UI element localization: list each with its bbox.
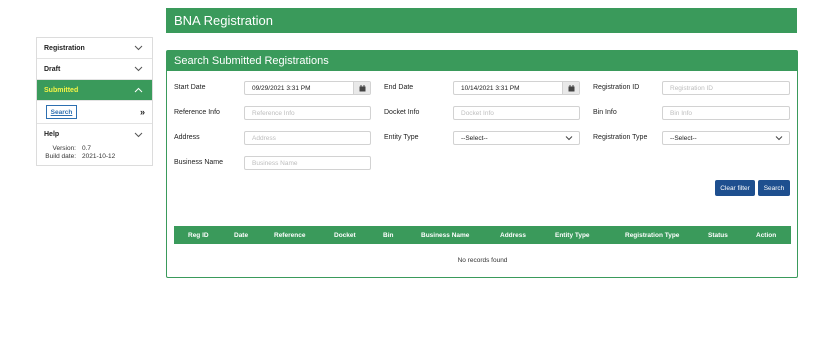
column-header[interactable]: Reg ID — [188, 226, 209, 244]
sidebar-subitem-row: Search » — [37, 101, 152, 124]
column-header[interactable]: Entity Type — [555, 226, 590, 244]
registration-type-label: Registration Type — [593, 134, 648, 141]
sidebar-item-submitted[interactable]: Submitted — [37, 80, 152, 101]
results-table-header: Reg ID Date Reference Docket Bin Busines… — [174, 226, 791, 244]
column-header[interactable]: Reference — [274, 226, 305, 244]
version-label: Version: — [52, 145, 77, 152]
docket-info-input[interactable]: Docket Info — [453, 106, 580, 120]
business-name-input[interactable]: Business Name — [244, 156, 371, 170]
end-date-label: End Date — [384, 84, 414, 91]
sidebar-item-draft[interactable]: Draft — [37, 59, 152, 80]
panel-title: Search Submitted Registrations — [167, 51, 797, 71]
reference-info-input[interactable]: Reference Info — [244, 106, 371, 120]
search-panel: Search Submitted Registrations Start Dat… — [166, 50, 798, 278]
entity-type-value: --Select-- — [461, 134, 488, 142]
sidebar-item-label: Help — [44, 131, 60, 138]
start-date-label: Start Date — [174, 84, 206, 91]
chevron-down-icon — [132, 43, 144, 53]
end-date-field[interactable]: 10/14/2021 3:31 PM — [453, 81, 580, 95]
calendar-icon[interactable] — [353, 82, 370, 94]
start-date-value: 09/29/2021 3:31 PM — [252, 84, 311, 92]
registration-type-value: --Select-- — [670, 134, 697, 142]
sidebar-nav: Registration Draft Submitted Search » He… — [36, 37, 153, 166]
address-input[interactable]: Address — [244, 131, 371, 145]
calendar-icon[interactable] — [562, 82, 579, 94]
search-button[interactable]: Search — [758, 180, 790, 196]
column-header[interactable]: Address — [500, 226, 526, 244]
docket-info-label: Docket Info — [384, 109, 420, 116]
sidebar-item-label: Draft — [44, 65, 61, 73]
end-date-value: 10/14/2021 3:31 PM — [461, 84, 520, 92]
sidebar-item-label: Submitted — [44, 86, 79, 94]
registration-type-select[interactable]: --Select-- — [662, 131, 790, 145]
reference-info-label: Reference Info — [174, 109, 220, 116]
page-title: BNA Registration — [174, 13, 273, 28]
chevron-down-icon — [565, 135, 573, 141]
sidebar-item-registration[interactable]: Registration — [37, 38, 152, 59]
business-name-label: Business Name — [174, 159, 224, 166]
chevron-down-icon — [775, 135, 783, 141]
registration-id-label: Registration ID — [593, 84, 640, 91]
chevron-down-icon — [132, 64, 144, 74]
chevron-up-icon — [132, 85, 144, 95]
sidebar-item-label: Registration — [44, 44, 85, 52]
chevron-down-icon — [132, 130, 144, 140]
sidebar-item-help[interactable]: Help — [37, 124, 152, 145]
start-date-field[interactable]: 09/29/2021 3:31 PM — [244, 81, 371, 95]
version-value: 0.7 — [82, 145, 92, 152]
column-header[interactable]: Docket — [334, 226, 356, 244]
entity-type-label: Entity Type — [384, 134, 419, 141]
column-header[interactable]: Date — [234, 226, 248, 244]
bin-info-label: Bin Info — [593, 109, 617, 116]
column-header[interactable]: Bin — [383, 226, 393, 244]
app-header: BNA Registration — [166, 8, 797, 33]
clear-filter-button[interactable]: Clear filter — [715, 180, 755, 196]
registration-id-input[interactable]: Registration ID — [662, 81, 790, 95]
column-header[interactable]: Status — [708, 226, 728, 244]
entity-type-select[interactable]: --Select-- — [453, 131, 580, 145]
build-date-value: 2021-10-12 — [82, 153, 116, 160]
bin-info-input[interactable]: Bin Info — [662, 106, 790, 120]
column-header[interactable]: Registration Type — [625, 226, 679, 244]
empty-table-message: No records found — [457, 257, 508, 264]
column-header[interactable]: Action — [756, 226, 776, 244]
address-label: Address — [174, 134, 200, 141]
double-chevron-right-icon[interactable]: » — [140, 107, 145, 117]
column-header[interactable]: Business Name — [421, 226, 469, 244]
sidebar-search-link[interactable]: Search — [46, 105, 77, 119]
build-date-label: Build date: — [45, 153, 76, 160]
version-info: Version: 0.7 Build date: 2021-10-12 — [37, 145, 152, 165]
